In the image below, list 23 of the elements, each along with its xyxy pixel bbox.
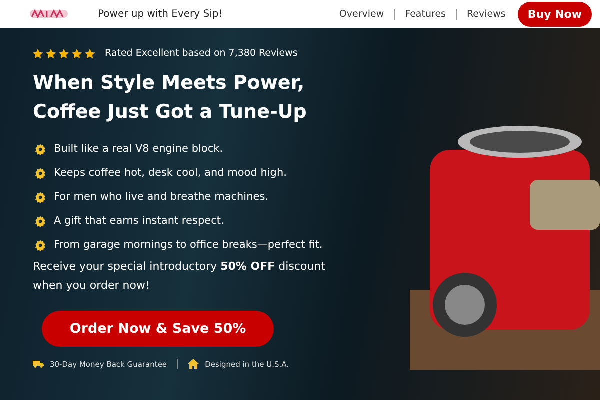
gear-icon [35, 144, 46, 154]
feature-text: From garage mornings to office breaks—perfect fit. [54, 239, 323, 251]
feature-text: Keeps coffee hot, desk cool, and mood high. [54, 167, 287, 179]
truck-icon [33, 360, 44, 368]
headline: When Style Meets Power, [33, 71, 306, 96]
feature-text: Built like a real V8 engine block. [54, 143, 224, 155]
feature-text: For men who live and breathe machines. [54, 191, 269, 203]
nav-link[interactable]: Reviews [467, 8, 506, 20]
logo-icon[interactable] [30, 9, 68, 19]
gear-icon [35, 192, 46, 202]
gear-icon [35, 240, 46, 250]
nav-link[interactable]: Features [405, 8, 446, 20]
offer-text: Receive your special introductory 50% OFF discount when you order now! [33, 259, 326, 294]
headline: Coffee Just Got a Tune-Up [33, 100, 308, 125]
nav-link[interactable]: Overview [339, 8, 384, 20]
house-icon [188, 359, 200, 369]
tagline: Power up with Every Sip! [98, 8, 223, 20]
gear-icon [35, 168, 46, 178]
feature-text: A gift that earns instant respect. [54, 215, 224, 227]
gear-icon [35, 216, 46, 226]
buy-now-button[interactable]: Buy Now [518, 2, 592, 26]
order-button[interactable]: Order Now & Save 50% [42, 311, 274, 347]
rating-text: Rated Excellent based on 7,380 Reviews [105, 48, 298, 59]
